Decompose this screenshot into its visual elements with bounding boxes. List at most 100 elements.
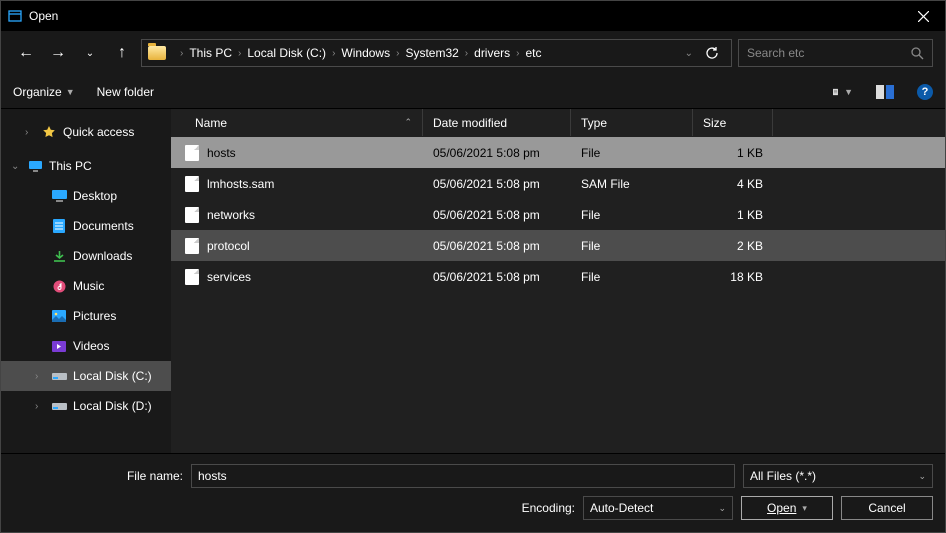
chevron-right-icon: › [238,48,241,59]
file-row[interactable]: lmhosts.sam05/06/2021 5:08 pmSAM File4 K… [171,168,945,199]
preview-pane-button[interactable] [875,82,895,102]
close-button[interactable] [901,1,945,31]
sort-asc-icon: ⌃ [404,117,412,128]
recent-dropdown[interactable]: ⌄ [77,40,103,66]
documents-icon [51,218,67,234]
chevron-down-icon: ⌄ [718,503,726,514]
view-button[interactable]: ▼ [833,82,853,102]
encoding-select[interactable]: Auto-Detect⌄ [583,496,733,520]
tree-downloads[interactable]: › Downloads [1,241,171,271]
pc-icon [27,158,43,174]
desktop-icon [51,188,67,204]
column-headers: Name⌃ Date modified Type Size [171,109,945,137]
chevron-down-icon: ▼ [66,87,75,97]
tree-pictures[interactable]: › Pictures [1,301,171,331]
chevron-down-icon: ⌄ [918,471,926,482]
crumb-etc[interactable]: etc [526,46,542,60]
encoding-label: Encoding: [522,501,575,515]
chevron-down-icon: ⌄ [11,161,21,172]
file-name: hosts [207,146,236,160]
forward-button[interactable]: → [45,40,71,66]
file-date: 05/06/2021 5:08 pm [423,146,571,160]
search-icon[interactable] [911,47,924,60]
refresh-button[interactable] [705,46,719,60]
file-row[interactable]: hosts05/06/2021 5:08 pmFile1 KB [171,137,945,168]
chevron-right-icon: › [396,48,399,59]
crumb-this-pc[interactable]: This PC [189,46,232,60]
file-row[interactable]: protocol05/06/2021 5:08 pmFile2 KB [171,230,945,261]
file-type: File [571,208,693,222]
back-button[interactable]: ← [13,40,39,66]
tree-label: Videos [73,339,109,353]
window-title: Open [29,9,901,23]
chevron-right-icon: › [35,401,45,412]
pictures-icon [51,308,67,324]
organize-button[interactable]: Organize▼ [13,85,75,99]
tree-label: Documents [73,219,134,233]
new-folder-button[interactable]: New folder [97,85,154,99]
crumb-windows[interactable]: Windows [341,46,390,60]
column-size[interactable]: Size [693,109,773,136]
nav-bar: ← → ⌄ ↑ › This PC › Local Disk (C:) › Wi… [1,31,945,75]
search-box[interactable] [738,39,933,67]
file-icon [185,145,199,161]
file-date: 05/06/2021 5:08 pm [423,177,571,191]
videos-icon [51,338,67,354]
music-icon [51,278,67,294]
file-date: 05/06/2021 5:08 pm [423,270,571,284]
file-icon [185,238,199,254]
tree-music[interactable]: › Music [1,271,171,301]
file-type: File [571,270,693,284]
chevron-right-icon: › [25,127,35,138]
help-button[interactable]: ? [917,84,933,100]
file-date: 05/06/2021 5:08 pm [423,208,571,222]
tree-label: Downloads [73,249,132,263]
chevron-right-icon: › [516,48,519,59]
cancel-button[interactable]: Cancel [841,496,933,520]
file-row[interactable]: services 05/06/2021 5:08 pmFile18 KB [171,261,945,292]
chevron-right-icon: › [180,48,183,59]
crumb-system32[interactable]: System32 [405,46,458,60]
file-name: lmhosts.sam [207,177,274,191]
crumb-drivers[interactable]: drivers [474,46,510,60]
file-size: 1 KB [693,146,773,160]
breadcrumb-bar[interactable]: › This PC › Local Disk (C:) › Windows › … [141,39,732,67]
file-size: 1 KB [693,208,773,222]
tree-quick-access[interactable]: › Quick access [1,117,171,147]
tree-local-c[interactable]: › Local Disk (C:) [1,361,171,391]
file-name-label: File name: [13,469,183,483]
tree-videos[interactable]: › Videos [1,331,171,361]
tree-documents[interactable]: › Documents [1,211,171,241]
column-type[interactable]: Type [571,109,693,136]
file-icon [185,176,199,192]
file-list: Name⌃ Date modified Type Size hosts 05/06… [171,109,945,453]
file-icon [185,207,199,223]
tree-desktop[interactable]: › Desktop [1,181,171,211]
file-icon [185,269,199,285]
title-bar: Open [1,1,945,31]
tree-local-d[interactable]: › Local Disk (D:) [1,391,171,421]
tree-label: Music [73,279,104,293]
app-icon [7,8,23,24]
file-name-input[interactable] [191,464,735,488]
file-row[interactable]: networks 05/06/2021 5:08 pmFile1 KB [171,199,945,230]
up-button[interactable]: ↑ [109,40,135,66]
tree-label: This PC [49,159,92,173]
file-size: 18 KB [693,270,773,284]
chevron-down-icon: ▼ [844,87,853,97]
file-name: services [207,270,251,284]
column-name[interactable]: Name⌃ [171,109,423,136]
open-button[interactable]: Open▾ [741,496,833,520]
file-name: networks [207,208,255,222]
file-type: File [571,239,693,253]
footer: File name: All Files (*.*)⌄ Encoding: Au… [1,453,945,532]
search-input[interactable] [747,46,911,60]
file-size: 2 KB [693,239,773,253]
crumb-local-c[interactable]: Local Disk (C:) [247,46,326,60]
tree-this-pc[interactable]: ⌄ This PC [1,151,171,181]
breadcrumb-dropdown[interactable]: ⌄ [685,48,693,59]
drive-icon [51,368,67,384]
file-type-filter[interactable]: All Files (*.*)⌄ [743,464,933,488]
file-date: 05/06/2021 5:08 pm [423,239,571,253]
column-date[interactable]: Date modified [423,109,571,136]
